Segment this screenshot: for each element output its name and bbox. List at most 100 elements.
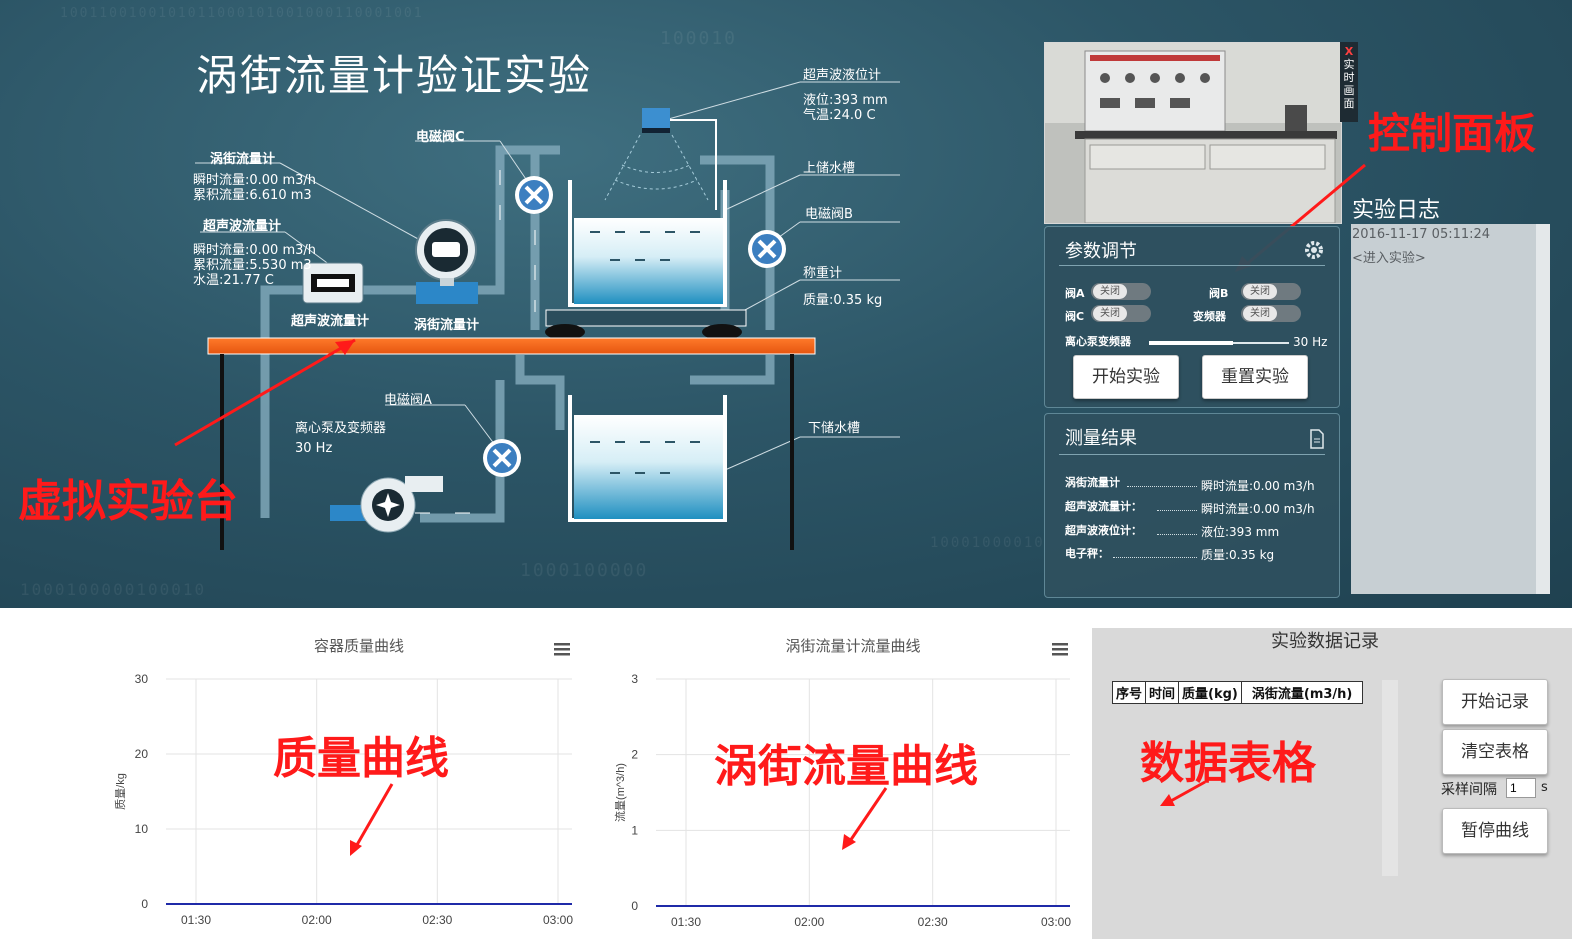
menu-icon[interactable]	[554, 643, 570, 656]
lower-tank-label: 下储水槽	[808, 421, 861, 436]
result-value: 瞬时流量:0.00 m3/h	[1201, 502, 1315, 516]
data-table: 序号 时间 质量(kg) 涡街流量(m3/h)	[1111, 681, 1364, 704]
pause-curve-button[interactable]: 暂停曲线	[1442, 808, 1548, 854]
params-panel: 参数调节 阀A 关闭 阀B 关闭 阀C 关闭 变频器 关闭 离心泵变频器 30 …	[1044, 226, 1340, 408]
valve-b-icon	[748, 230, 786, 268]
chart-title: 容器质量曲线	[314, 637, 404, 655]
y-tick-label: 0	[631, 899, 638, 913]
valve-a-param-label: 阀A	[1065, 287, 1085, 300]
pump-freq-slider-fill	[1149, 341, 1233, 345]
y-axis-label: 流量(m^3/h)	[613, 763, 627, 822]
valve-c-toggle[interactable]: 关闭	[1091, 305, 1151, 322]
y-tick-label: 20	[135, 747, 149, 761]
annotation-arrow	[842, 787, 888, 850]
annotation-bench: 虚拟实验台	[18, 476, 238, 527]
close-icon[interactable]: X	[1340, 45, 1358, 58]
result-name: 超声波液位计：	[1065, 524, 1142, 537]
result-value: 液位:393 mm	[1201, 525, 1280, 539]
vortex-meter-total: 累积流量:6.610 m3	[193, 188, 312, 203]
x-tick-label: 02:30	[918, 915, 948, 929]
upper-tank-label: 上储水槽	[803, 161, 856, 176]
results-title: 测量结果	[1065, 428, 1137, 449]
valve-c-label: 电磁阀C	[416, 130, 465, 145]
clear-table-button[interactable]: 清空表格	[1442, 729, 1548, 775]
pump-freq-value: 30 Hz	[1293, 335, 1328, 349]
log-scrollbar[interactable]	[1536, 224, 1550, 594]
y-tick-label: 3	[631, 672, 638, 686]
interval-unit: s	[1541, 780, 1548, 795]
vortex-meter-icon	[415, 219, 478, 304]
table-header: 质量(kg)	[1178, 681, 1242, 704]
y-tick-label: 2	[631, 748, 638, 762]
interval-input[interactable]	[1506, 778, 1536, 798]
vortex-meter-label: 涡街流量计	[414, 318, 480, 333]
x-tick-label: 01:30	[671, 915, 701, 929]
result-value: 瞬时流量:0.00 m3/h	[1201, 479, 1315, 493]
toggle-label: 关闭	[1093, 306, 1127, 321]
result-name: 涡街流量计	[1065, 476, 1120, 489]
y-tick-label: 30	[135, 672, 149, 686]
interval-label: 采样间隔	[1441, 782, 1497, 798]
y-tick-label: 10	[135, 822, 149, 836]
annotation-arrow	[1160, 780, 1206, 806]
table-header: 涡街流量(m3/h)	[1240, 681, 1364, 704]
table-scrollbar[interactable]	[1382, 680, 1398, 876]
y-tick-label: 0	[141, 897, 148, 911]
valve-b-label: 电磁阀B	[805, 207, 853, 222]
result-name: 电子秤：	[1065, 547, 1109, 560]
toggle-label: 关闭	[1243, 284, 1277, 299]
log-title: 实验日志	[1352, 198, 1441, 223]
gear-icon[interactable]	[1303, 239, 1325, 261]
valve-a-label: 电磁阀A	[384, 393, 432, 408]
annotation-arrow	[350, 783, 394, 856]
valve-b-param-label: 阀B	[1209, 287, 1229, 300]
annotation-mass-curve: 质量曲线	[273, 733, 449, 784]
x-tick-label: 02:00	[794, 915, 824, 929]
log-entry: <进入实验>	[1352, 251, 1426, 266]
reset-experiment-button[interactable]: 重置实验	[1202, 355, 1308, 399]
y-tick-label: 1	[631, 823, 638, 837]
valve-c-param-label: 阀C	[1065, 310, 1085, 323]
y-axis-label: 质量/kg	[114, 773, 127, 810]
x-tick-label: 03:00	[543, 913, 573, 927]
pump-freq-slider[interactable]	[1149, 341, 1289, 345]
ultrasonic-flowmeter-icon	[302, 262, 364, 304]
log-box[interactable]	[1351, 224, 1550, 594]
camera-tab[interactable]: X 实时画面	[1340, 42, 1358, 122]
annotation-control-panel: 控制面板	[1368, 109, 1537, 158]
chart-title: 涡街流量计流量曲线	[785, 637, 920, 655]
valve-a-icon	[483, 439, 521, 477]
results-panel: 测量结果 涡街流量计 瞬时流量:0.00 m3/h 超声波流量计： 瞬时流量:0…	[1044, 413, 1340, 598]
ultrasonic-flowmeter-label: 超声波流量计	[291, 314, 370, 329]
pump-header: 离心泵及变频器	[295, 421, 387, 436]
table-header: 时间	[1145, 681, 1180, 704]
pump-freq: 30 Hz	[295, 441, 333, 456]
params-title: 参数调节	[1065, 241, 1137, 262]
scale-header: 称重计	[803, 266, 843, 281]
x-tick-label: 03:00	[1041, 915, 1071, 929]
start-experiment-button[interactable]: 开始实验	[1073, 355, 1179, 399]
valve-a-toggle[interactable]: 关闭	[1091, 283, 1151, 300]
level-sensor-header: 超声波液位计	[803, 68, 882, 83]
inverter-param-label: 变频器	[1193, 310, 1226, 323]
log-entry: 2016-11-17 05:11:24	[1352, 227, 1491, 242]
inverter-toggle[interactable]: 关闭	[1241, 305, 1301, 322]
valve-b-toggle[interactable]: 关闭	[1241, 283, 1301, 300]
scale-mass: 质量:0.35 kg	[803, 293, 883, 308]
start-record-button[interactable]: 开始记录	[1442, 679, 1548, 725]
centrifugal-pump-icon	[330, 476, 443, 533]
ultrasonic-flow-temp: 水温:21.77 C	[193, 273, 274, 288]
valve-c-icon	[515, 176, 553, 214]
ultrasonic-flow-header: 超声波流量计	[203, 219, 282, 234]
camera-tab-label: 实时画面	[1343, 58, 1355, 110]
pump-freq-label: 离心泵变频器	[1065, 335, 1131, 348]
result-value: 质量:0.35 kg	[1201, 548, 1275, 562]
x-tick-label: 01:30	[181, 913, 211, 927]
document-icon[interactable]	[1309, 429, 1325, 449]
toggle-label: 关闭	[1093, 284, 1127, 299]
air-temp-value: 气温:24.0 C	[803, 108, 876, 123]
result-name: 超声波流量计：	[1065, 500, 1142, 513]
menu-icon[interactable]	[1052, 643, 1068, 656]
table-header: 序号	[1111, 681, 1147, 704]
record-title: 实验数据记录	[1271, 631, 1379, 652]
